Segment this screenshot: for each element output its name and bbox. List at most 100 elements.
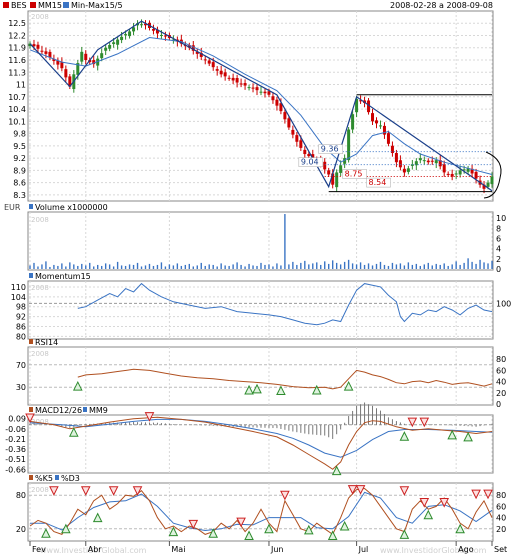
candle-body — [442, 164, 446, 173]
candle-body — [347, 129, 351, 161]
stoch-level-label: 80 — [16, 491, 26, 500]
d3-title: %D3 — [61, 474, 80, 483]
volume-tick-label: 4 — [496, 245, 501, 254]
candle-body — [163, 35, 167, 37]
candle-body — [235, 77, 239, 83]
candle-body — [239, 83, 243, 85]
candle-body — [402, 168, 406, 173]
price-tick-label: 11.3 — [8, 68, 26, 77]
candle-body — [303, 149, 307, 155]
stoch-tick-label: 20 — [496, 525, 506, 534]
candle-body — [112, 42, 116, 45]
price-tick-label: 8.9 — [13, 166, 26, 175]
macd-tick-label: 0.09 — [8, 415, 26, 424]
month-label: Jun — [270, 545, 284, 554]
annotation-label: 8.75 — [345, 170, 363, 179]
candle-body — [64, 69, 68, 78]
volume-swatch — [29, 204, 33, 209]
legend-label-bes: BES — [11, 1, 27, 10]
candle-body — [215, 69, 219, 71]
volume-tick-label: 8 — [496, 224, 501, 233]
candle-body — [418, 158, 422, 161]
candle-body — [247, 87, 251, 89]
legend-swatch-bes — [3, 2, 9, 8]
candle-body — [454, 173, 458, 175]
momentum-tick-label: 98 — [16, 303, 26, 312]
legend-label-mm15: MM15 — [38, 1, 62, 10]
rsi-tick-label: 40 — [496, 378, 506, 387]
rsi-level-label: 30 — [16, 383, 26, 392]
candle-body — [398, 160, 402, 168]
candle-body — [203, 59, 207, 61]
candle-body — [80, 51, 84, 62]
stock-chart: BES MM15 Min-Max15/5 2008-02-28 a 2008-0… — [0, 0, 512, 560]
k5-title: %K5 — [35, 474, 53, 483]
candle-body — [84, 53, 88, 61]
macd-tick-label: -0.36 — [5, 445, 26, 454]
candle-body — [275, 99, 279, 106]
stoch-tick-label: 60 — [496, 502, 506, 511]
price-tick-label: 9.5 — [13, 142, 26, 151]
candle-body — [231, 77, 235, 81]
candle-body — [271, 96, 275, 101]
candle-body — [426, 160, 430, 163]
momentum-tick-label: 104 — [11, 293, 26, 302]
candle-body — [375, 120, 378, 124]
candle-body — [44, 51, 48, 54]
candle-body — [263, 91, 267, 94]
candle-body — [40, 50, 44, 52]
watermark-price: 2008 — [31, 13, 49, 21]
candle-body — [108, 45, 112, 49]
price-tick-label: 10.4 — [8, 105, 26, 114]
price-tick-label: 11.6 — [8, 56, 26, 65]
candle-body — [458, 170, 462, 175]
candle-body — [351, 114, 355, 130]
k5-swatch — [29, 475, 33, 480]
watermark-rsi: 2008 — [31, 350, 49, 358]
macd-swatch — [29, 407, 33, 412]
date-range: 2008-02-28 a 2008-09-08 — [390, 1, 493, 10]
annotation-label: 9.36 — [321, 145, 339, 154]
candle-body — [287, 118, 291, 128]
candle-body — [207, 60, 211, 64]
candle-body — [124, 34, 128, 36]
candle-body — [140, 24, 144, 26]
candle-body — [386, 133, 390, 144]
candle-body — [211, 62, 215, 68]
candle-body — [323, 161, 327, 170]
candle-body — [132, 27, 136, 32]
momentum-swatch — [29, 273, 33, 278]
rsi-tick-label: 0 — [496, 400, 501, 409]
candle-body — [327, 170, 331, 175]
price-tick-label: 9.2 — [13, 154, 26, 163]
watermark-volume: 2008 — [31, 216, 49, 224]
candle-body — [243, 83, 247, 86]
candle-body — [36, 44, 40, 49]
candle-body — [128, 31, 132, 37]
candle-body — [223, 72, 227, 77]
month-label: Abr — [88, 545, 103, 554]
price-tick-label: 12.5 — [8, 19, 26, 28]
rsi-swatch — [29, 339, 33, 344]
candle-body — [339, 165, 343, 173]
price-tick-label: 11 — [16, 81, 26, 90]
candle-body — [291, 129, 295, 135]
price-tick-label: 12.2 — [8, 31, 26, 40]
candle-body — [219, 70, 223, 75]
candle-body — [295, 135, 299, 142]
candle-body — [283, 112, 287, 120]
stoch-level-label: 20 — [16, 525, 26, 534]
d3-swatch — [55, 475, 59, 480]
currency-label: EUR — [4, 203, 21, 212]
mm9-title: MM9 — [89, 406, 108, 415]
rsi-title: RSI14 — [35, 338, 58, 347]
price-tick-label: 8.6 — [13, 179, 26, 188]
candle-body — [371, 113, 375, 122]
candle-body — [60, 62, 64, 69]
legend-swatch-minmax — [63, 2, 69, 8]
candle-body — [430, 160, 434, 162]
candle-body — [255, 87, 259, 91]
candle-body — [120, 36, 124, 41]
candle-body — [486, 182, 490, 187]
legend-label-minmax: Min-Max15/5 — [71, 1, 123, 10]
